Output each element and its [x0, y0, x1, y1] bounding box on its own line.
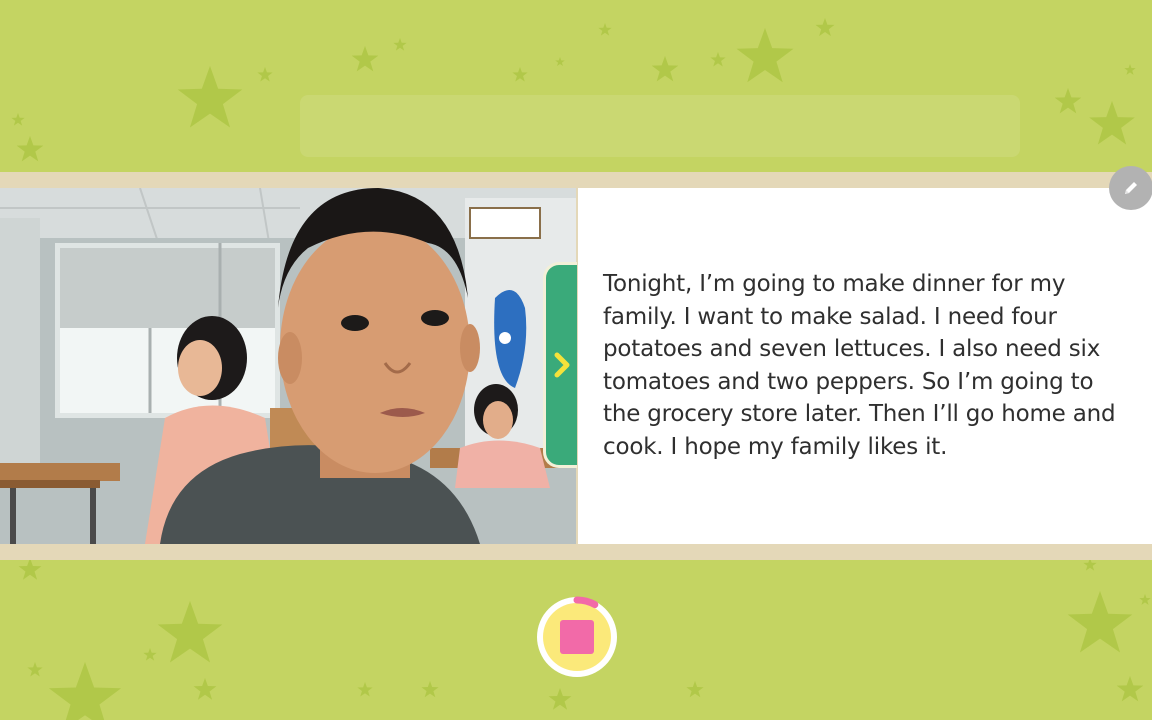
- camera-feed: [0, 188, 576, 544]
- reading-passage: Tonight, I’m going to make dinner for my…: [603, 271, 1116, 460]
- chevron-right-icon: [554, 352, 569, 378]
- camera-feed-image: [0, 188, 576, 544]
- stop-recording-button[interactable]: [535, 595, 619, 679]
- edit-button[interactable]: [1109, 166, 1152, 210]
- reading-panel: Tonight, I’m going to make dinner for my…: [578, 188, 1152, 544]
- header-banner: [300, 95, 1020, 157]
- recording-progress-ring: [537, 596, 617, 677]
- next-page-button[interactable]: [543, 262, 577, 468]
- stop-icon: [560, 620, 594, 654]
- pencil-icon: [1125, 182, 1137, 194]
